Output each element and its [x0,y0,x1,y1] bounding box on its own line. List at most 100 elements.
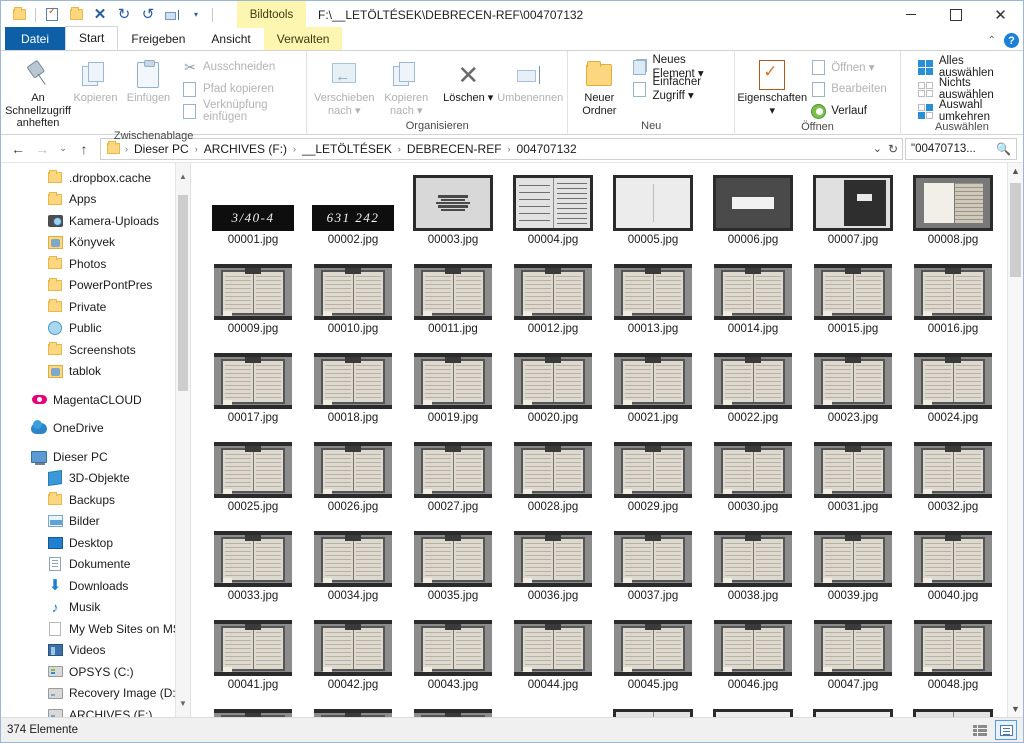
copy-to-button[interactable]: Kopieren nach ▾ [375,55,437,117]
tab-ansicht[interactable]: Ansicht [198,27,263,50]
minimize-button[interactable] [888,1,933,28]
invert-selection-button[interactable]: Auswahl umkehren [915,99,1013,123]
qat-properties-icon[interactable] [41,5,63,25]
file-tile[interactable]: 00025.jpg [203,436,303,525]
breadcrumb-item-4[interactable]: 004707132 [513,142,581,156]
breadcrumb-item-2[interactable]: __LETÖLTÉSEK [298,142,396,156]
select-all-button[interactable]: Alles auswählen [915,55,1013,79]
tab-datei[interactable]: Datei [5,27,66,50]
qat-rename-icon[interactable] [161,5,183,25]
file-tile[interactable] [703,703,803,717]
nav-item-desktop[interactable]: Desktop [1,532,190,554]
paste-button[interactable]: Einfügen [122,55,175,105]
nav-item-backups[interactable]: Backups [1,489,190,511]
nav-item-tablok[interactable]: tablok [1,361,190,383]
collapse-ribbon-icon[interactable]: ⌃ [988,35,996,46]
file-tile[interactable]: 00033.jpg [203,525,303,614]
nav-item-magentacloud[interactable]: MagentaCLOUD [1,389,190,411]
tab-verwalten[interactable]: Verwalten [263,27,343,50]
breadcrumb-item-3[interactable]: DEBRECEN-REF [403,142,506,156]
qat-undo-icon[interactable]: ↺ [137,5,159,25]
file-tile[interactable]: 00026.jpg [303,436,403,525]
file-tile[interactable] [603,703,703,717]
file-tile[interactable]: 00008.jpg [903,169,1003,258]
delete-button[interactable]: ✕ Löschen ▾ [437,55,499,105]
file-tile[interactable] [203,703,303,717]
file-tile[interactable]: 00047.jpg [803,614,903,703]
file-tile[interactable]: 00034.jpg [303,525,403,614]
file-tile[interactable]: 00042.jpg [303,614,403,703]
easy-access-button[interactable]: Einfacher Zugriff ▾ [628,76,724,102]
nav-item-photos[interactable]: Photos [1,253,190,275]
close-button[interactable]: ✕ [978,1,1023,28]
file-tile[interactable]: 00020.jpg [503,347,603,436]
file-tile[interactable]: 00013.jpg [603,258,703,347]
new-item-button[interactable]: Neues Element ▾ [628,54,724,80]
nav-item-my-web-sites-on-msn[interactable]: My Web Sites on MSN [1,618,190,640]
breadcrumb-separator[interactable]: › [292,144,297,154]
file-tile[interactable] [303,703,403,717]
nav-item-3d-objekte[interactable]: 3D-Objekte [1,468,190,490]
file-tile[interactable]: 00022.jpg [703,347,803,436]
nav-item-videos[interactable]: Videos [1,640,190,662]
copy-path-button[interactable]: Pfad kopieren [179,79,296,99]
file-tile[interactable] [403,703,503,717]
nav-item-downloads[interactable]: ⬇ Downloads [1,575,190,597]
nav-item-dokumente[interactable]: Dokumente [1,554,190,576]
nav-item-screenshots[interactable]: Screenshots [1,339,190,361]
file-tile[interactable]: 00038.jpg [703,525,803,614]
file-tile[interactable]: 00027.jpg [403,436,503,525]
file-tile[interactable]: 00004.jpg [503,169,603,258]
file-tile[interactable]: 00017.jpg [203,347,303,436]
file-tile[interactable]: 00045.jpg [603,614,703,703]
file-tile[interactable]: 00028.jpg [503,436,603,525]
file-tile[interactable]: 00046.jpg [703,614,803,703]
file-tile[interactable]: 00012.jpg [503,258,603,347]
pin-to-quick-access-button[interactable]: An Schnellzugriff anheften [5,55,71,130]
file-tile[interactable]: 00018.jpg [303,347,403,436]
qat-redo-icon[interactable]: ↻ [113,5,135,25]
file-tile[interactable] [503,703,603,717]
edit-button[interactable]: Bearbeiten [807,79,890,99]
nav-item-private[interactable]: Private [1,296,190,318]
nav-item-bilder[interactable]: Bilder [1,511,190,533]
qat-new-folder-icon[interactable] [65,5,87,25]
file-tile[interactable]: 00021.jpg [603,347,703,436]
file-list-pane[interactable]: 3/40-4 00001.jpg 631 242 00002.jpg 00003.jpg… [191,163,1023,717]
file-tile[interactable]: 00040.jpg [903,525,1003,614]
file-tile[interactable]: 00029.jpg [603,436,703,525]
nav-item-archives-f[interactable]: ARCHIVES (F:) [1,704,190,717]
file-tile[interactable]: 00009.jpg [203,258,303,347]
nav-scroll-up-icon[interactable]: ▲ [176,169,190,184]
open-button[interactable]: Öffnen ▾ [807,57,890,77]
breadcrumb-separator[interactable]: › [194,144,199,154]
file-tile[interactable]: 00007.jpg [803,169,903,258]
select-none-button[interactable]: Nichts auswählen [915,77,1013,101]
file-tile[interactable]: 00043.jpg [403,614,503,703]
chevron-down-icon[interactable]: ⌄ [873,142,882,155]
nav-item-apps[interactable]: Apps [1,189,190,211]
file-tile[interactable]: 00037.jpg [603,525,703,614]
copy-button[interactable]: Kopieren [69,55,122,105]
nav-item-powerpontpres[interactable]: PowerPontPres [1,275,190,297]
help-icon[interactable]: ? [1004,33,1019,48]
nav-item-public[interactable]: Public [1,318,190,340]
file-tile[interactable]: 00036.jpg [503,525,603,614]
nav-item-kamera-uploads[interactable]: Kamera-Uploads [1,210,190,232]
nav-item-opsys-c[interactable]: OPSYS (C:) [1,661,190,683]
file-tile[interactable]: 00031.jpg [803,436,903,525]
breadcrumb-separator[interactable]: › [507,144,512,154]
file-tile[interactable]: 00023.jpg [803,347,903,436]
file-tile[interactable]: 00016.jpg [903,258,1003,347]
nav-item-musik[interactable]: ♪ Musik [1,597,190,619]
refresh-icon[interactable]: ↻ [888,142,898,156]
nav-item-k-nyvek[interactable]: Könyvek [1,232,190,254]
maximize-button[interactable] [933,1,978,28]
file-tile[interactable]: 00003.jpg [403,169,503,258]
file-tile[interactable]: 00035.jpg [403,525,503,614]
content-scroll-thumb[interactable] [1010,183,1021,277]
history-button[interactable]: Verlauf [807,101,890,121]
file-tile[interactable]: 00030.jpg [703,436,803,525]
nav-scroll-down-icon[interactable]: ▼ [176,696,190,711]
nav-item-onedrive[interactable]: OneDrive [1,418,190,440]
